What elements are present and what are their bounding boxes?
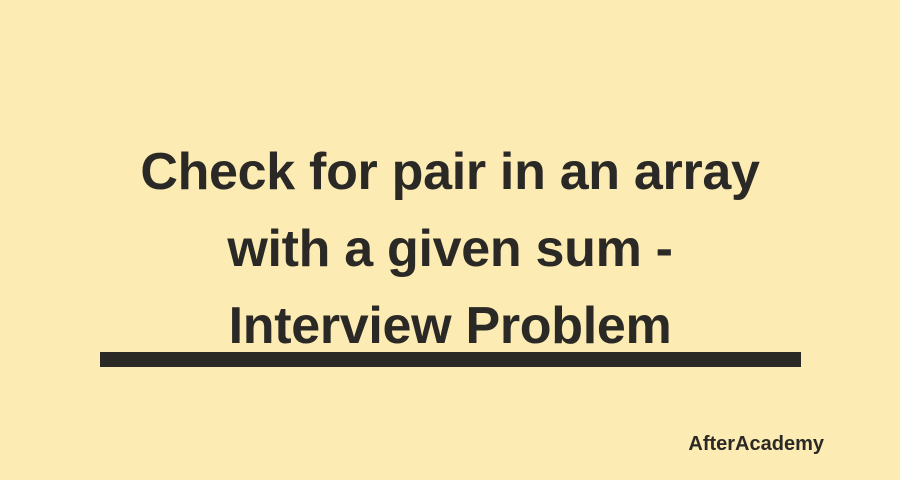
brand-logo-text: AfterAcademy xyxy=(688,433,824,455)
title-underline-divider xyxy=(100,352,801,367)
article-banner: Check for pair in an array with a given … xyxy=(0,0,900,480)
page-title: Check for pair in an array with a given … xyxy=(50,134,850,365)
title-line-1: Check for pair in an array xyxy=(140,142,760,201)
title-line-2: with a given sum - xyxy=(227,219,673,278)
